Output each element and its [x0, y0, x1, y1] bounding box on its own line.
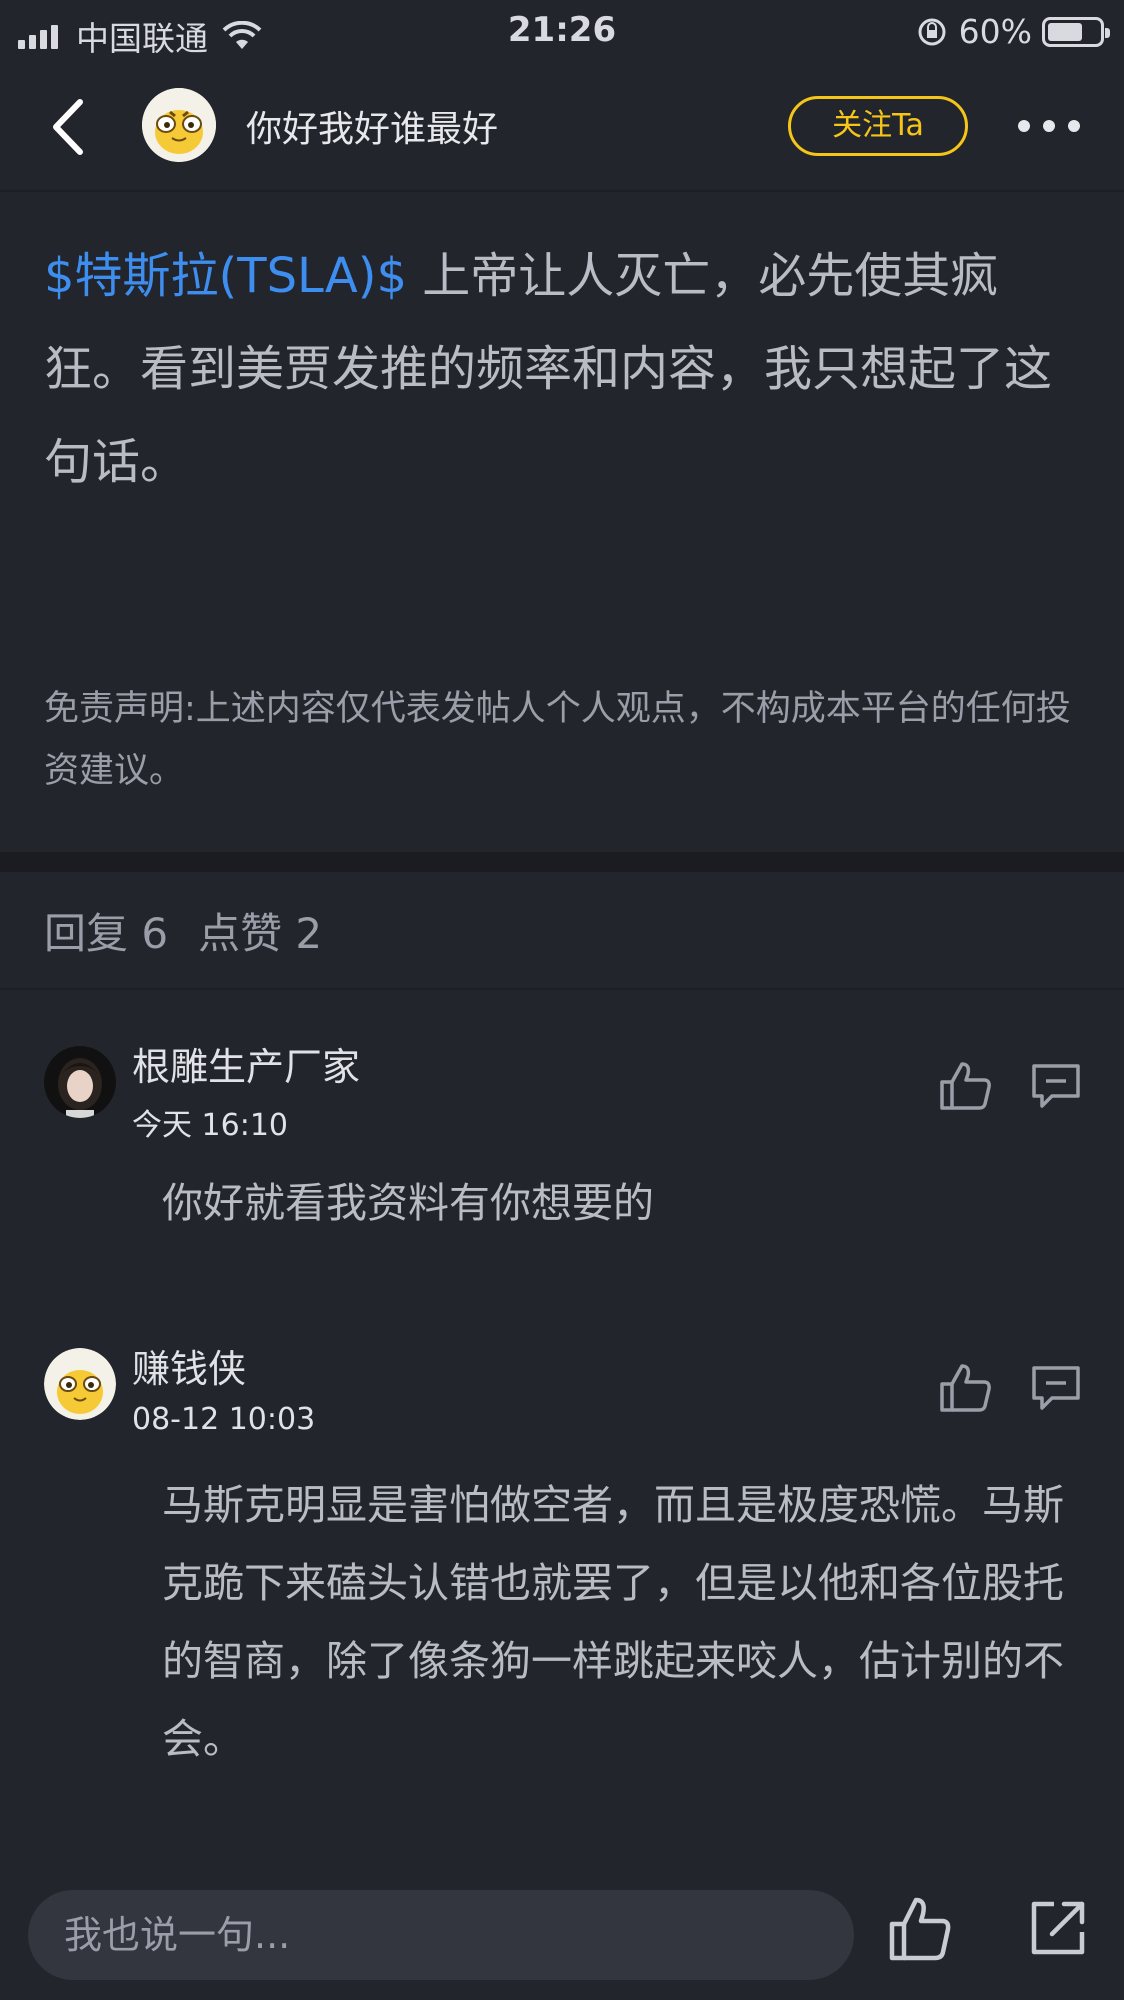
comment-text: 你好就看我资料有你想要的	[162, 1179, 654, 1227]
back-arrow-icon[interactable]	[44, 92, 104, 162]
section-divider	[0, 852, 1124, 872]
tiger-mascot-icon	[142, 88, 216, 162]
commenter-avatar[interactable]	[44, 1348, 116, 1420]
status-bar: 中国联通 21:26 60%	[0, 0, 1124, 62]
battery-percentage: 60%	[958, 12, 1032, 51]
commenter-name[interactable]: 赚钱侠	[132, 1338, 246, 1393]
post-detail-screen: 中国联通 21:26 60% 你好我好谁最好 关注Ta $特斯拉(TSLA)$ …	[0, 0, 1124, 2000]
comment-time: 08-12 10:03	[132, 1402, 316, 1437]
person-photo-icon	[44, 1046, 116, 1118]
battery-icon	[1042, 16, 1110, 47]
post-content: $特斯拉(TSLA)$ 上帝让人灭亡，必先使其疯狂。看到美贾发推的频率和内容，我…	[44, 230, 1080, 509]
post-header: 你好我好谁最好 关注Ta	[0, 62, 1124, 192]
follow-button[interactable]: 关注Ta	[788, 96, 968, 156]
author-username[interactable]: 你好我好谁最好	[246, 100, 498, 152]
bottom-action-bar: 我也说一句...	[0, 1870, 1124, 2000]
share-icon[interactable]	[1028, 1898, 1088, 1958]
comment-input[interactable]: 我也说一句...	[28, 1890, 854, 1980]
comment-reply-icon[interactable]	[1030, 1062, 1082, 1110]
post-stats: 回复 6 点赞 2	[44, 900, 352, 961]
disclaimer-text: 免责声明:上述内容仅代表发帖人个人观点，不构成本平台的任何投资建议。	[44, 689, 1071, 791]
reply-count[interactable]: 回复 6	[44, 900, 168, 961]
rotation-lock-icon	[918, 18, 946, 45]
thumbs-up-icon[interactable]	[938, 1362, 994, 1414]
author-avatar[interactable]	[142, 88, 216, 162]
thumbs-up-icon[interactable]	[938, 1060, 994, 1112]
commenter-name[interactable]: 根雕生产厂家	[132, 1036, 360, 1091]
like-count[interactable]: 点赞 2	[198, 900, 322, 961]
commenter-avatar[interactable]	[44, 1046, 116, 1118]
stock-ticker-link[interactable]: $特斯拉(TSLA)$	[44, 248, 407, 304]
comment-text: 马斯克明显是害怕做空者，而且是极度恐慌。马斯克跪下来磕头认错也就罢了，但是以他和…	[162, 1481, 1064, 1763]
tiger-mascot-icon	[44, 1348, 116, 1420]
thumbs-up-icon[interactable]	[888, 1896, 952, 1962]
comment-reply-icon[interactable]	[1030, 1364, 1082, 1412]
stats-divider	[0, 988, 1124, 990]
more-options-icon[interactable]	[1018, 114, 1080, 138]
comment-time: 今天 16:10	[132, 1108, 288, 1143]
